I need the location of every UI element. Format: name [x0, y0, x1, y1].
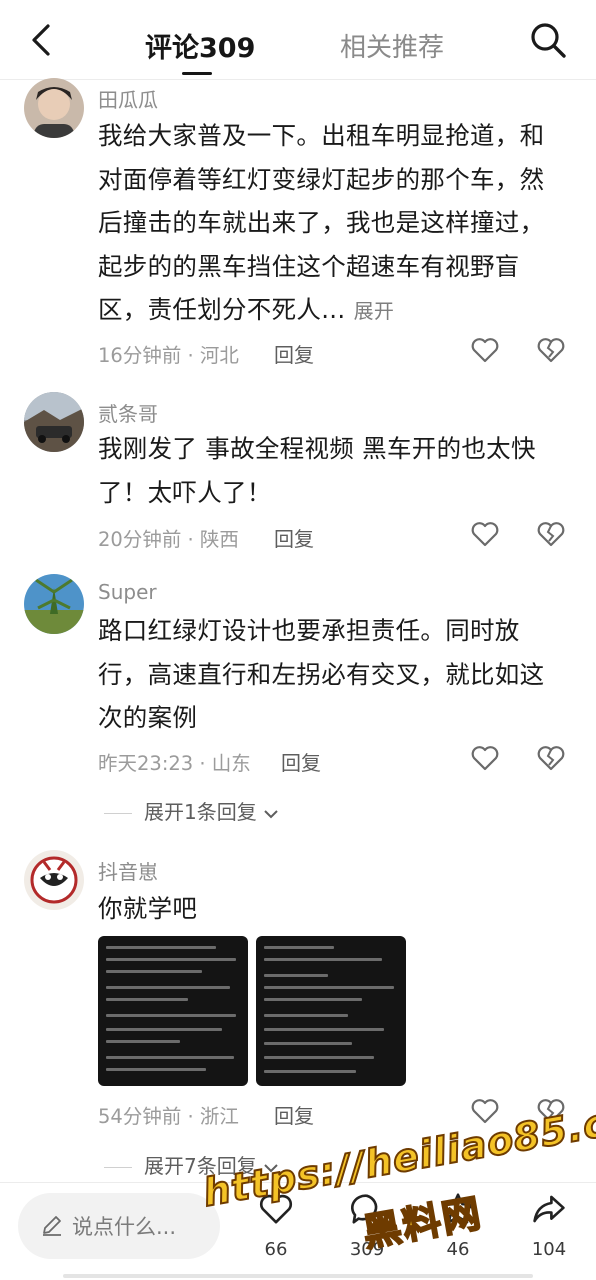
expand-replies-label: 展开1条回复 [144, 800, 257, 824]
comment-line: 次的案例 [98, 703, 198, 732]
divider [104, 1167, 132, 1168]
comment-image[interactable] [256, 936, 406, 1086]
comment-meta: 16分钟前 · 河北 [98, 344, 239, 367]
comment-line-text: 区，责任划分不死人... [98, 295, 346, 324]
comment-line: 了！太吓人了！ [98, 477, 272, 507]
comment-text: 你就学吧 [98, 887, 568, 931]
pen-icon [40, 1213, 64, 1237]
back-icon[interactable] [22, 20, 62, 60]
heart-icon[interactable] [470, 743, 500, 773]
comment-input-placeholder: 说点什么... [72, 1215, 177, 1239]
comment-line: 我给大家普及一下。出租车明显抢道，和 [98, 121, 545, 150]
username[interactable]: 田瓜瓜 [98, 84, 158, 113]
comment-meta: 昨天23:23 · 山东 [98, 752, 251, 775]
tab-related[interactable]: 相关推荐 [340, 27, 444, 64]
chevron-down-icon [264, 809, 278, 818]
expand-replies-button[interactable]: 展开1条回复 [104, 796, 279, 825]
broken-heart-icon[interactable] [536, 335, 566, 365]
comment-input[interactable]: 说点什么... [18, 1193, 220, 1259]
reply-button[interactable]: 回复 [281, 747, 321, 776]
divider [104, 813, 132, 814]
heart-icon[interactable] [470, 519, 500, 549]
like-count: 66 [264, 1239, 288, 1260]
avatar[interactable] [24, 850, 84, 910]
comment-line: 对面停着等红灯变绿灯起步的那个车，然 [98, 164, 545, 194]
comment-image[interactable] [98, 936, 248, 1086]
avatar[interactable] [24, 574, 84, 634]
username[interactable]: 抖音崽 [98, 856, 158, 885]
comment-text: 我给大家普及一下。出租车明显抢道，和 对面停着等红灯变绿灯起步的那个车，然 后撞… [98, 114, 568, 334]
broken-heart-icon[interactable] [536, 519, 566, 549]
comment-text: 我刚发了 事故全程视频 黑车开的也太快 了！太吓人了！ [98, 427, 568, 514]
reply-button[interactable]: 回复 [274, 1100, 314, 1129]
reply-button[interactable]: 回复 [274, 339, 314, 368]
top-bar: 评论309 相关推荐 [0, 0, 596, 80]
username[interactable]: Super [98, 580, 157, 604]
heart-icon[interactable] [470, 335, 500, 365]
comment-line: 我刚发了 事故全程视频 黑车开的也太快 [98, 434, 536, 463]
comment-line: 行，高速直行和左拐必有交叉，就比如这 [98, 659, 545, 689]
tab-comments[interactable]: 评论309 [145, 26, 255, 65]
share-count: 104 [531, 1239, 567, 1260]
share-icon [533, 1195, 565, 1223]
active-tab-indicator [182, 72, 212, 75]
comment-line: 起步的的黑车挡住这个超速车有视野盲 [98, 251, 520, 281]
comment-line: 后撞击的车就出来了，我也是这样撞过， [98, 208, 545, 237]
comment-meta: 54分钟前 · 浙江 [98, 1105, 239, 1128]
comment-text: 路口红绿灯设计也要承担责任。同时放 行，高速直行和左拐必有交叉，就比如这 次的案… [98, 609, 568, 740]
username[interactable]: 贰条哥 [98, 398, 158, 427]
comment-line: 区，责任划分不死人... 展开 [98, 288, 568, 334]
comment-line: 路口红绿灯设计也要承担责任。同时放 [98, 616, 520, 645]
avatar[interactable] [24, 392, 84, 452]
home-indicator [63, 1274, 533, 1278]
search-icon[interactable] [528, 20, 568, 60]
broken-heart-icon[interactable] [536, 743, 566, 773]
reply-button[interactable]: 回复 [274, 523, 314, 552]
comment-line: 你就学吧 [98, 894, 198, 923]
share-button[interactable]: 104 [519, 1183, 579, 1280]
comment-meta: 20分钟前 · 陕西 [98, 528, 239, 551]
avatar[interactable] [24, 78, 84, 138]
expand-text-link[interactable]: 展开 [354, 299, 395, 323]
